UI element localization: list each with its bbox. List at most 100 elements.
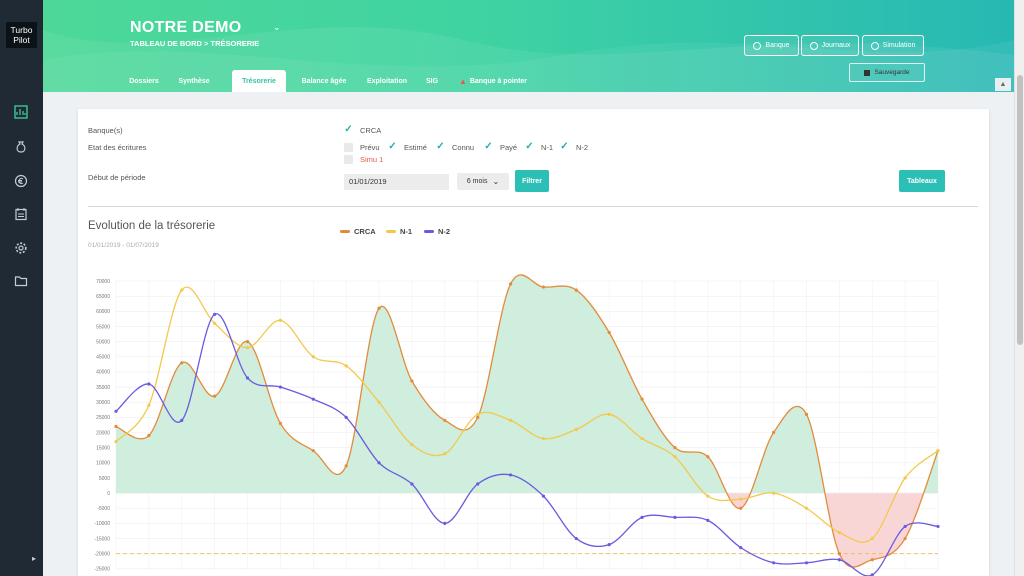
data-point [213, 312, 217, 316]
save-button[interactable]: Sauvegarde [849, 63, 925, 82]
tab-label: Banque à pointer [469, 77, 528, 85]
folder-icon[interactable] [13, 273, 29, 289]
data-point [443, 521, 447, 525]
scroll-up-button[interactable]: ▲ [995, 78, 1011, 91]
data-point [476, 415, 480, 419]
bank-crca-label: CRCA [360, 126, 382, 135]
chevron-down-icon[interactable]: ⌄ [273, 22, 281, 33]
filter-button[interactable]: Filtrer [515, 170, 549, 192]
period-length-select[interactable]: 6 mois ⌄ [457, 173, 509, 190]
tab-synthese[interactable]: Synthèse [169, 70, 219, 92]
data-point [936, 449, 940, 453]
data-point [245, 376, 250, 380]
data-point [311, 355, 315, 359]
chart-title: Evolution de la trésorerie [88, 220, 216, 232]
data-point [607, 330, 611, 335]
dashboard-icon[interactable] [13, 104, 29, 120]
journals-button[interactable]: Journaux [801, 35, 859, 56]
data-point [772, 430, 776, 435]
logo-line-1: Turbo [10, 25, 33, 35]
legend-swatch [386, 230, 396, 233]
data-point [410, 482, 414, 486]
euro-coin-icon[interactable] [13, 173, 29, 189]
journals-button-label: Journaux [821, 42, 851, 49]
bank-crca-checkbox[interactable]: ✓ [344, 124, 353, 135]
data-point [574, 536, 578, 541]
data-point [180, 418, 184, 422]
data-point [443, 418, 447, 422]
data-point [377, 306, 381, 310]
section-divider [88, 206, 978, 207]
data-point [804, 506, 809, 510]
gear-icon[interactable] [13, 240, 29, 256]
data-point [870, 536, 874, 541]
clock-icon [870, 41, 879, 50]
legend-swatch [424, 230, 434, 233]
prevu-checkbox[interactable] [344, 143, 353, 152]
tab-balance-agee[interactable]: Balance âgée [293, 70, 355, 92]
y-tick-label: 20000 [96, 430, 110, 436]
y-tick-label: 15000 [96, 445, 110, 451]
tables-button[interactable]: Tableaux [899, 170, 945, 192]
simu1-checkbox[interactable] [344, 155, 353, 164]
data-point [541, 436, 546, 441]
period-length-value: 6 mois [466, 178, 488, 185]
tab-dossiers[interactable]: Dossiers [119, 70, 169, 92]
data-point [739, 546, 743, 550]
y-tick-label: 0 [107, 491, 110, 497]
data-point [443, 452, 447, 456]
connu-label: Connu [452, 143, 475, 152]
data-point [541, 285, 546, 289]
legend-label: N-2 [438, 227, 451, 236]
tab-banque-a-pointer[interactable]: ▲ Banque à pointer [456, 70, 530, 92]
paye-checkbox[interactable]: ✓ [484, 141, 493, 152]
data-point [541, 494, 546, 498]
legend-item-crca[interactable]: CRCA [340, 227, 376, 236]
y-tick-label: 45000 [96, 355, 110, 361]
data-point [377, 461, 381, 465]
logo-line-2: Pilot [13, 35, 30, 45]
y-tick-label: 40000 [96, 370, 110, 376]
chevron-down-icon: ⌄ [492, 177, 500, 186]
data-point [508, 473, 513, 477]
money-bag-icon[interactable] [13, 139, 29, 155]
organization-title[interactable]: NOTRE DEMO [130, 19, 241, 37]
n2-checkbox[interactable]: ✓ [560, 141, 569, 152]
legend-item-n1[interactable]: N-1 [386, 227, 412, 236]
data-point [213, 394, 217, 398]
y-tick-label: -25000 [94, 567, 110, 573]
data-point [870, 558, 874, 562]
tab-label: Synthèse [178, 77, 210, 85]
data-point [706, 494, 710, 498]
data-point [574, 288, 578, 292]
data-point [772, 491, 776, 495]
n1-checkbox[interactable]: ✓ [525, 141, 534, 152]
turbopilot-logo[interactable]: Turbo Pilot [6, 22, 37, 48]
tab-sig[interactable]: SIG [421, 70, 443, 92]
simulation-button[interactable]: Simulation [862, 35, 924, 56]
scrollbar-thumb[interactable] [1017, 75, 1023, 345]
data-point [377, 400, 381, 404]
data-point [278, 385, 282, 389]
data-point [147, 433, 151, 438]
sidebar-expand-icon[interactable]: ▸ [32, 554, 36, 563]
calendar-icon[interactable] [13, 206, 29, 222]
data-point [673, 515, 677, 519]
connu-checkbox[interactable]: ✓ [436, 141, 445, 152]
period-start-date-input[interactable]: 01/01/2019 [344, 174, 449, 190]
data-point [180, 288, 184, 292]
data-point [804, 561, 809, 565]
page-scrollbar[interactable] [1014, 0, 1024, 576]
tab-tresorerie[interactable]: Trésorerie [232, 70, 286, 92]
warning-icon: ▲ [458, 76, 467, 86]
data-point [640, 397, 644, 401]
data-point [640, 515, 644, 519]
y-tick-label: 65000 [96, 294, 110, 300]
estime-checkbox[interactable]: ✓ [388, 141, 397, 152]
data-point [903, 524, 907, 529]
bank-button[interactable]: Banque [744, 35, 799, 56]
data-point [344, 364, 348, 368]
tab-exploitation[interactable]: Exploitation [359, 70, 415, 92]
legend-item-n2[interactable]: N-2 [424, 227, 450, 236]
sidebar: Turbo Pilot ▸ [0, 0, 43, 576]
